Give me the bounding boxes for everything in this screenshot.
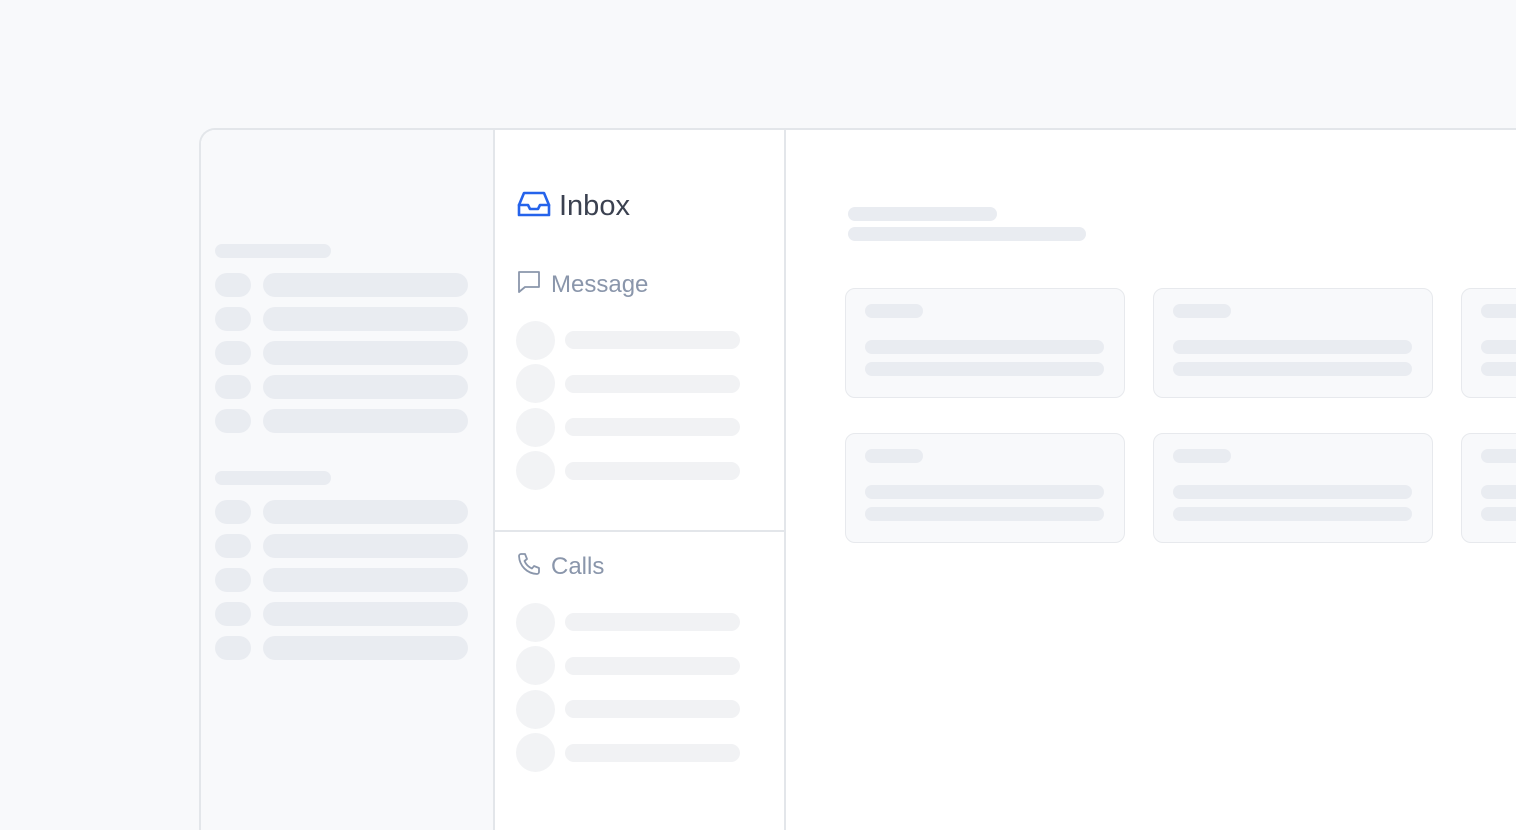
avatar-placeholder [516,733,555,772]
sidebar-item-icon-placeholder [215,341,251,365]
message-item-placeholder[interactable] [565,331,740,349]
inbox-icon [517,189,551,224]
subtitle-placeholder [848,227,1086,241]
card-placeholder[interactable] [1461,288,1516,398]
card-line-placeholder [1173,340,1412,354]
section-header-message[interactable]: Message [517,270,648,299]
card-title-placeholder [865,304,923,318]
message-icon [517,270,541,299]
card-title-placeholder [865,449,923,463]
sidebar-item-placeholder[interactable] [263,500,468,524]
card-line-placeholder [865,507,1104,521]
sidebar-item-placeholder[interactable] [263,534,468,558]
card-placeholder[interactable] [845,433,1125,543]
phone-icon [517,552,541,581]
card-line-placeholder [865,340,1104,354]
card-line-placeholder [1481,340,1516,354]
sidebar-item-placeholder[interactable] [263,375,468,399]
card-line-placeholder [1173,362,1412,376]
card-title-placeholder [1481,449,1516,463]
avatar-placeholder [516,690,555,729]
section-label-message: Message [551,270,649,298]
sidebar [201,130,495,830]
sidebar-item-icon-placeholder [215,534,251,558]
section-header-calls[interactable]: Calls [517,552,604,581]
card-title-placeholder [1173,304,1231,318]
sidebar-item-placeholder[interactable] [263,568,468,592]
sidebar-item-placeholder[interactable] [263,307,468,331]
title-placeholder [848,207,997,221]
avatar-placeholder [516,646,555,685]
message-item-placeholder[interactable] [565,418,740,436]
card-line-placeholder [865,362,1104,376]
card-line-placeholder [865,485,1104,499]
card-line-placeholder [1173,507,1412,521]
section-divider [495,530,784,532]
card-line-placeholder [1173,485,1412,499]
inbox-header[interactable]: Inbox [517,188,630,224]
avatar-placeholder [516,321,555,360]
sidebar-item-placeholder[interactable] [263,341,468,365]
sidebar-group-heading-placeholder [215,244,331,258]
card-placeholder[interactable] [1153,288,1433,398]
card-line-placeholder [1481,507,1516,521]
sidebar-item-icon-placeholder [215,307,251,331]
card-title-placeholder [1173,449,1231,463]
avatar-placeholder [516,451,555,490]
section-label-calls: Calls [551,552,605,580]
main-content [786,130,1516,830]
card-placeholder[interactable] [1461,433,1516,543]
sidebar-item-placeholder[interactable] [263,602,468,626]
sidebar-item-placeholder[interactable] [263,273,468,297]
avatar-placeholder [516,364,555,403]
call-item-placeholder[interactable] [565,613,740,631]
sidebar-item-placeholder[interactable] [263,636,468,660]
message-item-placeholder[interactable] [565,462,740,480]
call-item-placeholder[interactable] [565,744,740,762]
sidebar-item-icon-placeholder [215,568,251,592]
sidebar-group-heading-placeholder [215,471,331,485]
inbox-panel: Inbox Message Calls [495,130,786,830]
call-item-placeholder[interactable] [565,657,740,675]
sidebar-item-placeholder[interactable] [263,409,468,433]
card-placeholder[interactable] [1153,433,1433,543]
message-item-placeholder[interactable] [565,375,740,393]
avatar-placeholder [516,408,555,447]
sidebar-item-icon-placeholder [215,500,251,524]
card-title-placeholder [1481,304,1516,318]
call-item-placeholder[interactable] [565,700,740,718]
card-placeholder[interactable] [845,288,1125,398]
sidebar-item-icon-placeholder [215,273,251,297]
inbox-title: Inbox [559,189,630,222]
sidebar-item-icon-placeholder [215,409,251,433]
app-window: Inbox Message Calls [199,128,1516,830]
sidebar-item-icon-placeholder [215,636,251,660]
sidebar-item-icon-placeholder [215,602,251,626]
sidebar-item-icon-placeholder [215,375,251,399]
card-line-placeholder [1481,485,1516,499]
avatar-placeholder [516,603,555,642]
card-line-placeholder [1481,362,1516,376]
